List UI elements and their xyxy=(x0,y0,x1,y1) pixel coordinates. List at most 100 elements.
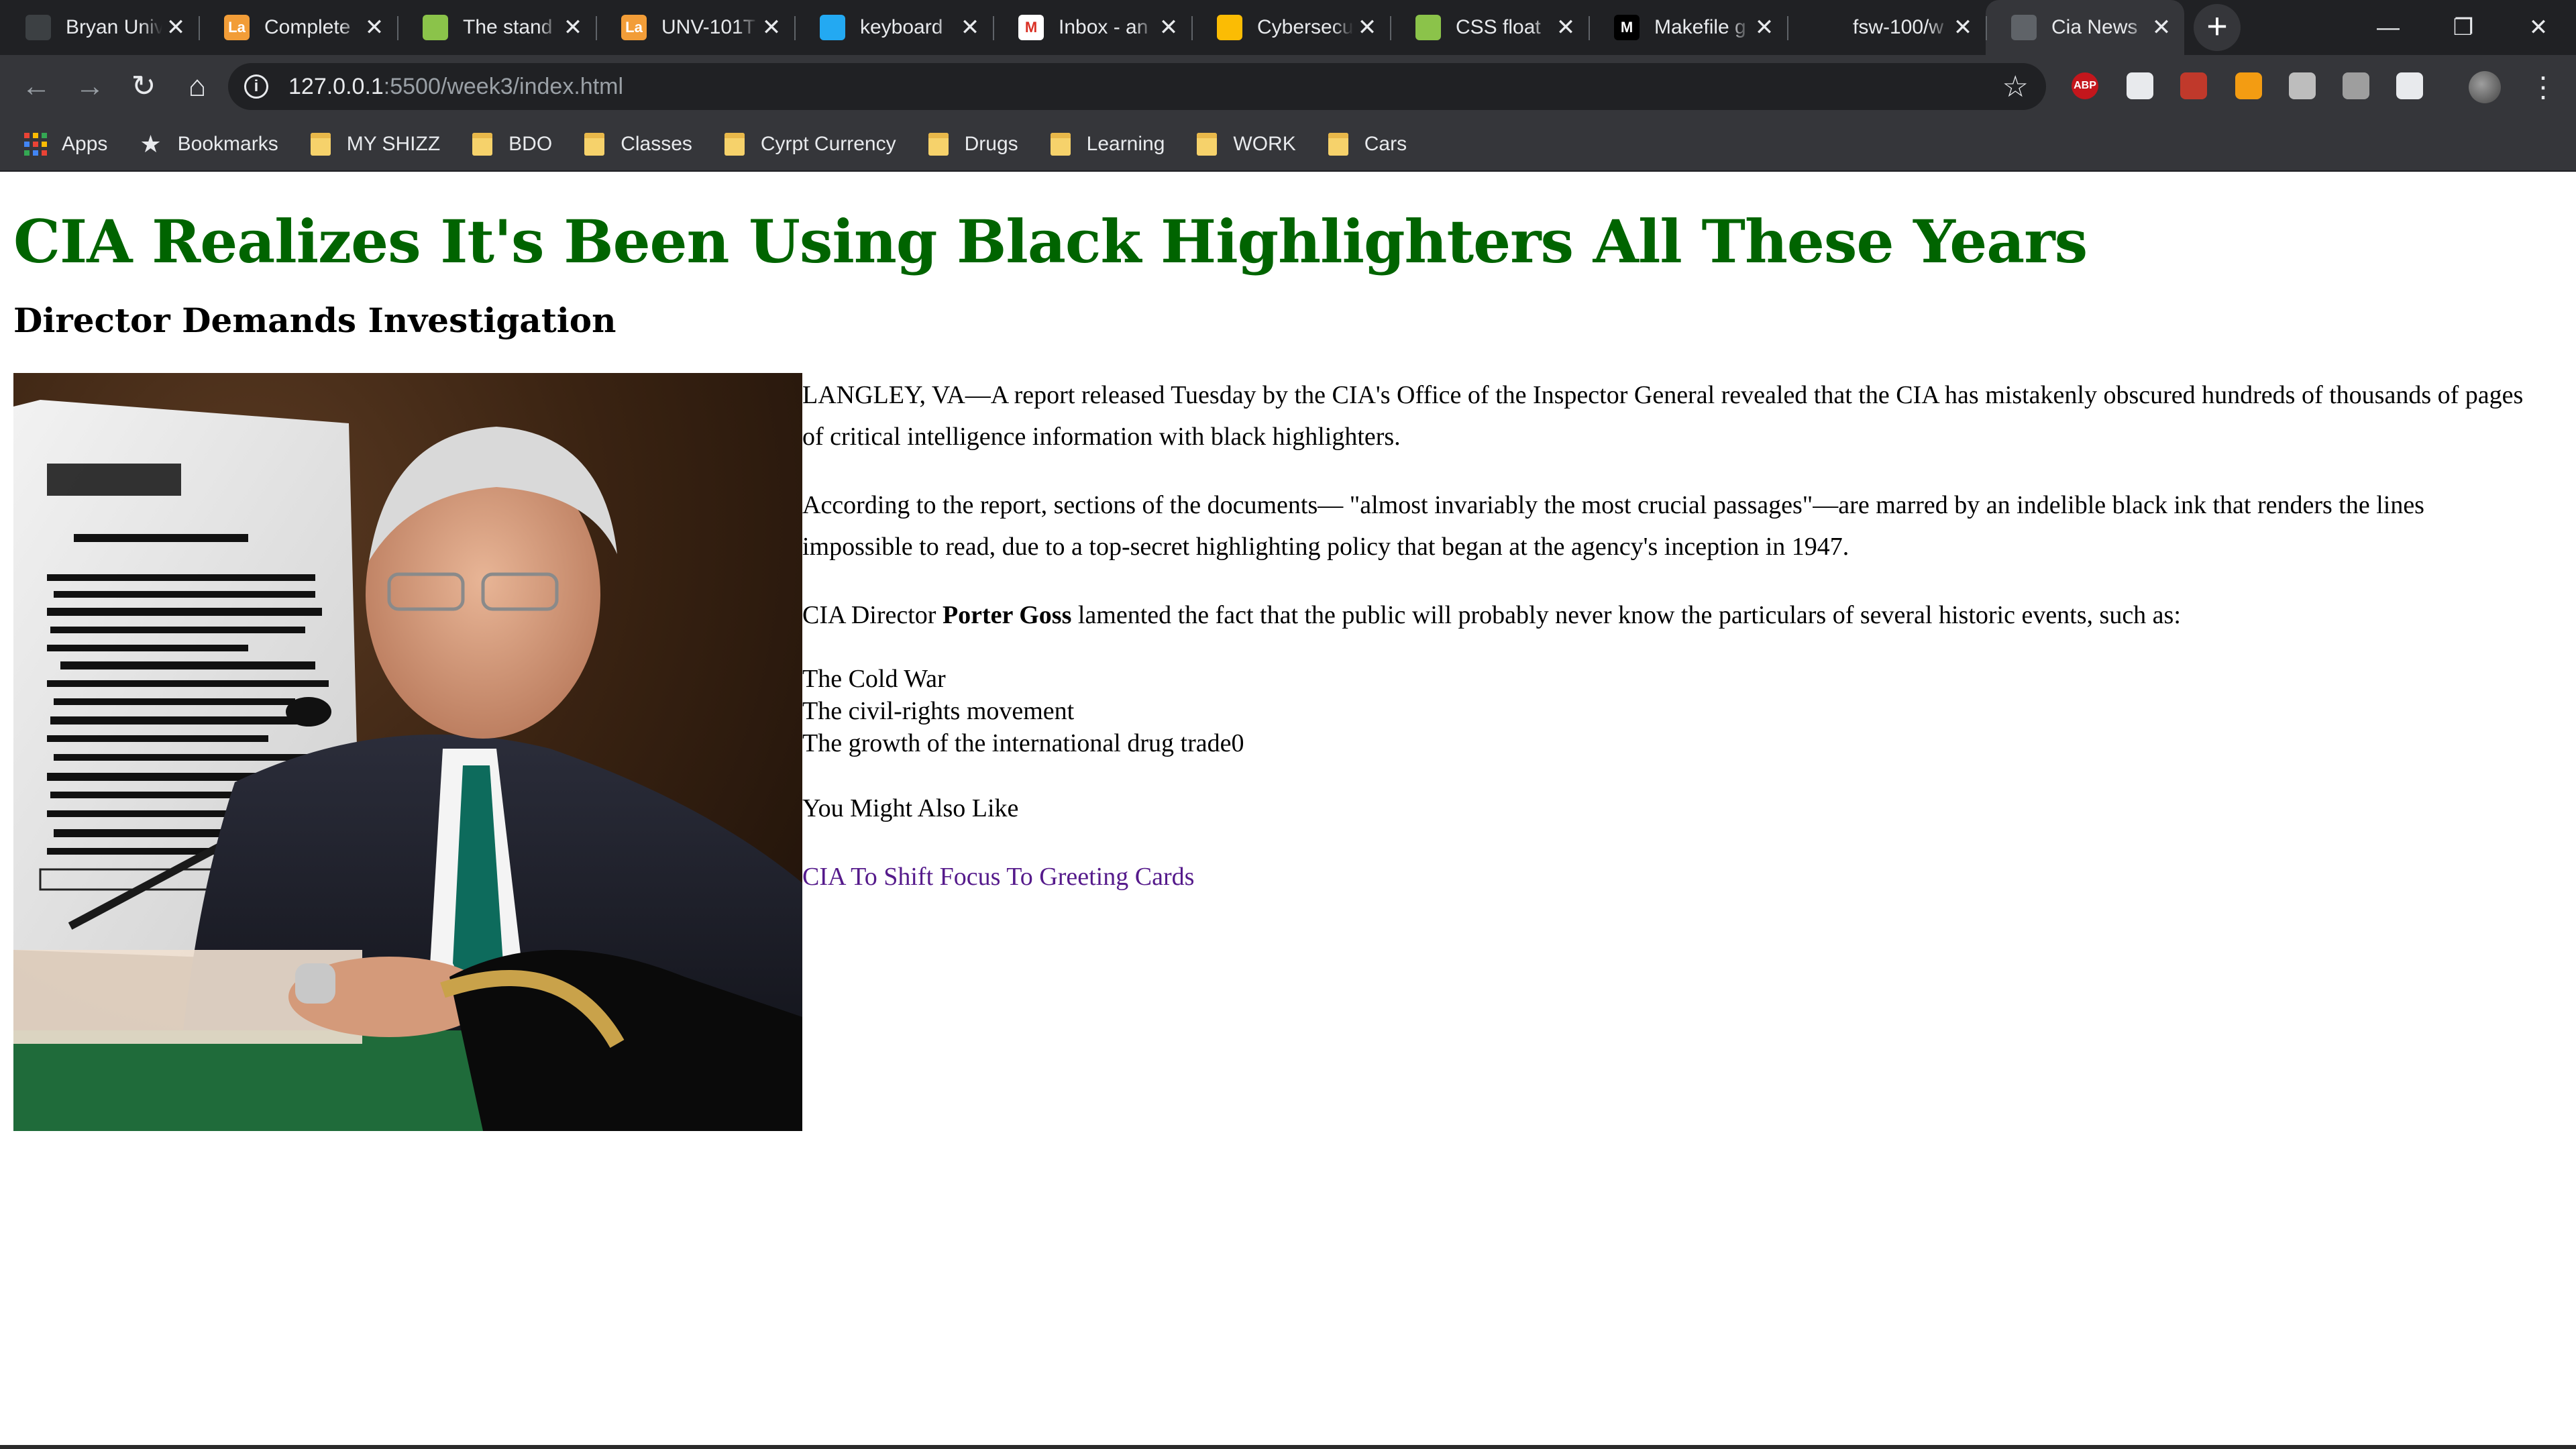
bookmark-folder-5[interactable]: Learning xyxy=(1050,133,1165,156)
tab-title: Makefile g xyxy=(1654,16,1746,38)
tab-1[interactable]: Lа Complete ✕ xyxy=(199,0,397,55)
screenshot-ext-icon[interactable] xyxy=(2396,72,2423,99)
tab-title: Inbox - an xyxy=(1059,16,1148,38)
tab-title: Bryan Univ xyxy=(66,16,162,38)
tab-favicon-icon: Lа xyxy=(621,15,647,40)
back-button[interactable]: ← xyxy=(9,60,63,113)
bookmark-folder-1[interactable]: BDO xyxy=(472,133,552,156)
tab-favicon-icon xyxy=(1813,15,1838,40)
bookmark-ext-icon[interactable] xyxy=(2180,72,2207,99)
new-tab-button[interactable]: + xyxy=(2194,4,2241,51)
tab-strip: Bryan Univ ✕ Lа Complete ✕ The stand ✕ Lа UNV-10… xyxy=(0,0,2576,55)
tab-close-icon[interactable]: ✕ xyxy=(1751,14,1778,41)
window-bottom-edge xyxy=(0,1445,2576,1449)
tab-favicon-icon: M xyxy=(1018,15,1044,40)
article-headline: CIA Realizes It's Been Using Black Highl… xyxy=(13,207,2088,276)
tab-5[interactable]: M Inbox - an ✕ xyxy=(993,0,1191,55)
bookmark-apps[interactable]: Apps xyxy=(24,133,107,156)
tab-6[interactable]: Cybersecu ✕ xyxy=(1191,0,1390,55)
tab-0[interactable]: Bryan Univ ✕ xyxy=(0,0,199,55)
tab-favicon-icon xyxy=(2011,15,2037,40)
tab-close-icon[interactable]: ✕ xyxy=(162,14,189,41)
forward-button[interactable]: → xyxy=(63,60,117,113)
tab-close-icon[interactable]: ✕ xyxy=(957,14,983,41)
bookmark-folder-3[interactable]: Cyrpt Currency xyxy=(724,133,896,156)
tab-favicon-icon xyxy=(423,15,448,40)
tab-close-icon[interactable]: ✕ xyxy=(1354,14,1381,41)
tab-2[interactable]: The stand ✕ xyxy=(397,0,596,55)
article-paragraph-2: According to the report, sections of the… xyxy=(802,491,2424,561)
tab-7[interactable]: CSS float ✕ xyxy=(1390,0,1589,55)
bookmark-folder-label: MY SHIZZ xyxy=(346,133,441,155)
related-article-link[interactable]: CIA To Shift Focus To Greeting Cards xyxy=(802,863,1194,891)
tab-close-icon[interactable]: ✕ xyxy=(1552,14,1579,41)
article-paragraph-1: LANGLEY, VA—A report released Tuesday by… xyxy=(802,381,2524,451)
event-item: The civil-rights movement xyxy=(802,697,1075,725)
tab-9[interactable]: fsw-100/w ✕ xyxy=(1787,0,1986,55)
shield-ext-icon[interactable] xyxy=(2343,72,2369,99)
reload-button[interactable]: ↻ xyxy=(117,60,170,113)
tab-close-icon[interactable]: ✕ xyxy=(361,14,388,41)
tab-title: CSS float xyxy=(1456,16,1541,38)
bookmark-folder-2[interactable]: Classes xyxy=(584,133,692,156)
orange-ext-icon[interactable] xyxy=(2235,72,2262,99)
tab-close-icon[interactable]: ✕ xyxy=(1155,14,1182,41)
bookmark-bookmarks-label: Bookmarks xyxy=(177,133,278,155)
bookmark-folder-6[interactable]: WORK xyxy=(1197,133,1296,156)
minimize-button[interactable]: — xyxy=(2351,0,2426,55)
tab-title: fsw-100/w xyxy=(1853,16,1944,38)
ghostery-icon[interactable] xyxy=(2127,72,2153,99)
page-content: CIA Realizes It's Been Using Black Highl… xyxy=(0,173,2576,1449)
menu-icon[interactable]: ⋮ xyxy=(2529,67,2557,107)
tab-close-icon[interactable]: ✕ xyxy=(1949,14,1976,41)
article-body: LANGLEY, VA—A report released Tuesday by… xyxy=(802,373,2533,898)
bookmark-bookmarks[interactable]: ★ Bookmarks xyxy=(140,130,278,158)
bookmark-apps-label: Apps xyxy=(62,133,108,155)
grey-ext-icon[interactable] xyxy=(2289,72,2316,99)
restore-button[interactable]: ❐ xyxy=(2426,0,2501,55)
tab-8[interactable]: M Makefile g ✕ xyxy=(1589,0,1787,55)
bookmarks-bar: Apps ★ Bookmarks MY SHIZZ BDO Classes Cyrpt… xyxy=(0,118,2576,172)
folder-icon xyxy=(724,133,745,156)
tab-close-icon[interactable]: ✕ xyxy=(2148,14,2175,41)
tab-favicon-icon xyxy=(1415,15,1441,40)
tab-favicon-icon xyxy=(25,15,51,40)
profile-avatar[interactable] xyxy=(2469,71,2501,103)
folder-icon xyxy=(1328,133,1348,156)
tab-title: The stand xyxy=(463,16,553,38)
tab-4[interactable]: keyboard ✕ xyxy=(794,0,993,55)
bookmark-folder-label: BDO xyxy=(508,133,553,155)
tab-10[interactable]: Cia News ✕ xyxy=(1986,0,2184,55)
director-photo-illustration xyxy=(13,400,802,1131)
tab-title: UNV-101T xyxy=(661,16,756,38)
url-host: 127.0.0.1 xyxy=(288,73,384,99)
director-name: Porter Goss xyxy=(942,601,1072,629)
tab-title: Cia News xyxy=(2051,16,2138,38)
bookmark-star-icon[interactable]: ☆ xyxy=(2002,70,2029,104)
close-window-button[interactable]: ✕ xyxy=(2501,0,2576,55)
url-path: :5500/week3/index.html xyxy=(383,73,624,99)
home-button[interactable]: ⌂ xyxy=(170,60,224,113)
tab-3[interactable]: Lа UNV-101T ✕ xyxy=(596,0,794,55)
bookmark-folder-4[interactable]: Drugs xyxy=(928,133,1018,156)
tab-close-icon[interactable]: ✕ xyxy=(559,14,586,41)
p3-text-before: CIA Director xyxy=(802,601,943,629)
events-list: The Cold War The civil-rights movement The… xyxy=(802,663,2533,759)
tab-title: Complete xyxy=(264,16,351,38)
bookmark-folder-label: Cars xyxy=(1364,133,1407,155)
adblock-icon[interactable]: ABP xyxy=(2072,72,2098,99)
bookmark-folder-7[interactable]: Cars xyxy=(1328,133,1407,156)
event-item: The growth of the international drug tra… xyxy=(802,729,1244,757)
bookmark-folder-label: WORK xyxy=(1233,133,1296,155)
folder-icon xyxy=(1050,133,1071,156)
folder-icon xyxy=(1197,133,1218,156)
folder-icon xyxy=(584,133,605,156)
event-item: The Cold War xyxy=(802,665,946,693)
tab-favicon-icon: Lа xyxy=(224,15,250,40)
info-icon[interactable]: i xyxy=(244,74,268,99)
address-bar[interactable]: i 127.0.0.1:5500/week3/index.html ☆ xyxy=(228,63,2046,110)
folder-icon xyxy=(310,133,331,156)
folder-icon xyxy=(472,133,493,156)
tab-close-icon[interactable]: ✕ xyxy=(758,14,785,41)
bookmark-folder-0[interactable]: MY SHIZZ xyxy=(310,133,441,156)
